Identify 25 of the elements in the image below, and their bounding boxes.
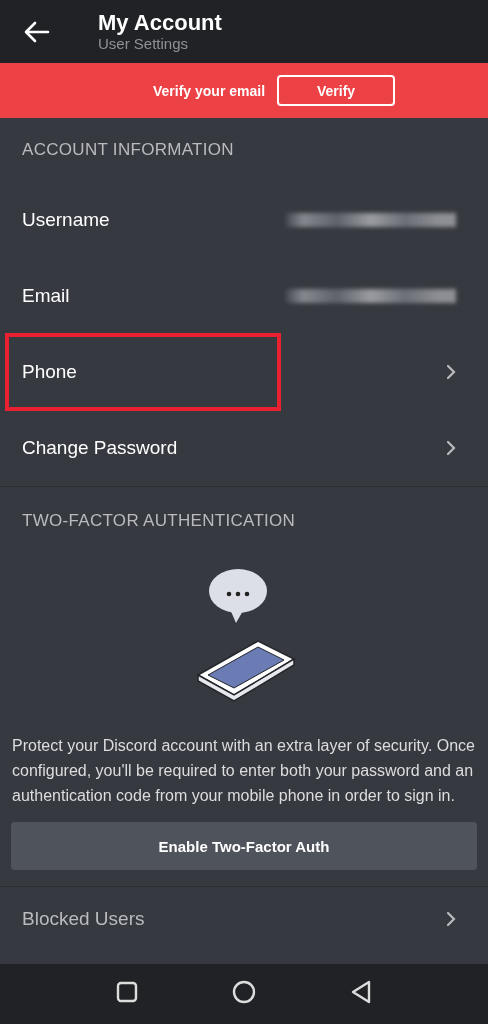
home-icon[interactable]	[232, 980, 256, 1004]
settings-row[interactable]: Blocked Users	[0, 887, 488, 943]
settings-row[interactable]: Username	[0, 182, 488, 258]
section-heading: ACCOUNT INFORMATION	[22, 140, 234, 159]
row-label: Username	[22, 209, 110, 231]
back-arrow-icon[interactable]	[24, 20, 50, 43]
settings-row[interactable]: Email	[0, 258, 488, 334]
page-subtitle: User Settings	[98, 34, 189, 53]
settings-row[interactable]: Change Password	[0, 410, 488, 486]
banner-message: Verify your email	[152, 82, 266, 99]
row-label: Blocked Users	[22, 908, 145, 930]
row-label: Change Password	[22, 437, 178, 459]
verify-button[interactable]: Verify	[277, 75, 396, 106]
enable-two-factor-button[interactable]: Enable Two-Factor Auth	[11, 822, 477, 870]
row-label: Email	[22, 285, 70, 307]
section-heading: TWO-FACTOR AUTHENTICATION	[22, 511, 296, 530]
chevron-right-icon	[446, 911, 456, 927]
description-text: Protect your Discord account with an extra layer of security. Once configured, you'll be required to enter both your password and an authentication code from your mobile phone in order to sign in.	[11, 736, 476, 806]
page-title: My Account	[98, 10, 222, 35]
settings-row[interactable]: Phone	[0, 334, 488, 410]
chevron-right-icon	[446, 364, 456, 380]
recent-apps-icon[interactable]	[116, 981, 138, 1003]
row-label: Phone	[22, 361, 77, 383]
back-icon[interactable]	[350, 980, 372, 1004]
chevron-right-icon	[446, 440, 456, 456]
